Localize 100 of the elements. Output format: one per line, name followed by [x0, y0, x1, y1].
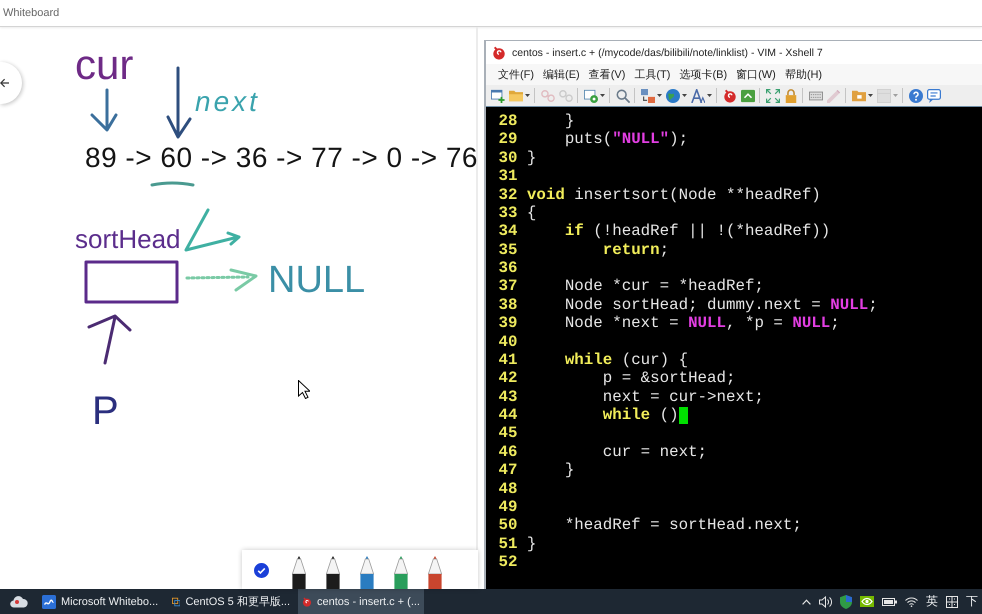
input-language-indicator[interactable]: 英 — [926, 593, 938, 610]
new-window-icon[interactable] — [491, 88, 505, 102]
code-line: if (!headRef || !(*headRef)) — [564, 222, 830, 241]
code-line: } — [564, 461, 574, 480]
line-number: 38 — [498, 296, 518, 314]
cloud-icon[interactable] — [10, 595, 28, 608]
taskbar-button[interactable]: Microsoft Whitebo... — [38, 589, 164, 614]
up-arrow — [88, 314, 132, 364]
taskbar-button[interactable]: CentOS 5 和更早版... — [168, 589, 294, 614]
pen-icon[interactable] — [326, 556, 340, 589]
line-number: 51 — [498, 534, 518, 553]
line-number: 33 — [498, 204, 518, 222]
line-number: 35 — [498, 240, 518, 259]
code-line: } — [564, 112, 574, 130]
wifi-icon[interactable] — [905, 596, 918, 606]
battery-icon[interactable] — [882, 598, 897, 606]
line-number: 44 — [498, 406, 518, 424]
code-line: while () — [602, 406, 679, 424]
taskbar-button[interactable]: centos - insert.c + (... — [298, 589, 424, 614]
window-title: centos - insert.c + (/mycode/das/bilibili/note/linklist) - VIM - Xshell 7 — [512, 46, 823, 58]
pen-icon[interactable] — [292, 556, 306, 589]
line-number: 34 — [498, 222, 518, 240]
line-number: 46 — [498, 442, 518, 461]
code-line: } — [526, 148, 536, 168]
menu-item[interactable]: 窗口(W) — [736, 67, 776, 82]
line-number: 32 — [498, 186, 518, 204]
code-line: Node *cur = *headRef; — [564, 277, 764, 296]
back-button[interactable] — [0, 62, 22, 104]
eye-logo-icon[interactable] — [860, 596, 874, 607]
menu-item[interactable]: 文件(F) — [498, 67, 534, 82]
code-line: Node sortHead; dummy.next = NULL; — [564, 296, 878, 314]
fullscreen-icon[interactable] — [766, 88, 780, 102]
board-icon — [42, 594, 56, 608]
search-icon[interactable] — [616, 88, 630, 102]
code-line: } — [526, 534, 536, 553]
line-number: 37 — [498, 277, 518, 296]
handwritten-text: next — [195, 88, 260, 116]
code-line: puts("NULL"); — [564, 130, 688, 149]
lock-icon[interactable] — [784, 88, 798, 102]
mouse-pointer-icon — [298, 380, 310, 399]
window-title: Whiteboard — [3, 7, 60, 19]
line-number: 29 — [498, 130, 518, 148]
dropdown-caret-icon[interactable] — [868, 94, 873, 97]
transfer-icon[interactable] — [641, 88, 655, 102]
dropdown-caret-icon[interactable] — [600, 94, 605, 97]
down-arrow — [166, 66, 192, 138]
handwritten-text: 89 -> 60 -> 36 -> 77 -> 0 -> 76 — [85, 144, 478, 172]
line-number: 47 — [498, 461, 518, 480]
check-circle-icon[interactable] — [254, 563, 269, 578]
dropdown-caret-icon[interactable] — [525, 94, 530, 97]
dotted-arrow — [186, 268, 258, 292]
line-number: 28 — [498, 112, 518, 130]
chevron-up-icon[interactable] — [802, 598, 811, 604]
line-number: 31 — [498, 167, 518, 186]
line-number: 30 — [498, 148, 518, 167]
globe-icon[interactable] — [666, 88, 680, 102]
menu-item[interactable]: 帮助(H) — [784, 67, 822, 82]
font-icon[interactable] — [691, 88, 705, 102]
line-number: 39 — [498, 314, 518, 332]
line-number: 49 — [498, 498, 518, 516]
line-number: 48 — [498, 480, 518, 498]
code-line: { — [526, 204, 536, 222]
line-number: 52 — [498, 553, 518, 571]
menu-item[interactable]: 编辑(E) — [543, 67, 580, 82]
code-line: next = cur->next; — [602, 388, 764, 406]
code-line: *headRef = sortHead.next; — [564, 516, 802, 535]
handwritten-text: sortHead — [75, 226, 180, 252]
speaker-icon[interactable] — [819, 596, 832, 608]
code-line: while (cur) { — [564, 350, 688, 370]
back-arrow-icon — [0, 78, 9, 88]
window-gear-icon[interactable] — [584, 88, 598, 102]
code-line: void insertsort(Node **headRef) — [526, 186, 821, 204]
line-number: 43 — [498, 388, 518, 406]
swirl-icon — [492, 46, 506, 60]
code-line: p = &sortHead; — [602, 369, 736, 388]
keyboard-icon[interactable] — [809, 88, 823, 102]
line-number: 50 — [498, 516, 518, 534]
menu-item[interactable]: 选项卡(B) — [679, 67, 728, 82]
down-arrow — [90, 88, 118, 132]
shield-icon[interactable] — [840, 594, 852, 608]
dropdown-caret-icon[interactable] — [682, 94, 687, 97]
square-chevron-icon[interactable] — [741, 88, 755, 102]
handwritten-text: cur — [75, 44, 134, 86]
line-number: 45 — [498, 424, 518, 442]
chat-icon[interactable] — [927, 88, 941, 102]
line-number: 42 — [498, 369, 518, 388]
swirl-icon[interactable] — [723, 88, 737, 102]
line-number: 36 — [498, 259, 518, 277]
clock-text[interactable]: 下 — [966, 593, 978, 610]
dropdown-caret-icon[interactable] — [657, 94, 662, 97]
grid-icon[interactable] — [946, 596, 958, 608]
help-icon[interactable] — [909, 88, 923, 102]
menu-item[interactable]: 查看(V) — [588, 67, 626, 82]
dropdown-caret-icon[interactable] — [707, 94, 712, 97]
code-line: cur = next; — [602, 442, 708, 462]
menu-item[interactable]: 工具(T) — [634, 67, 670, 82]
swirl-icon — [302, 594, 312, 608]
code-line: return; — [602, 240, 670, 259]
line-number: 41 — [498, 350, 518, 369]
handwritten-text: NULL — [268, 261, 366, 299]
